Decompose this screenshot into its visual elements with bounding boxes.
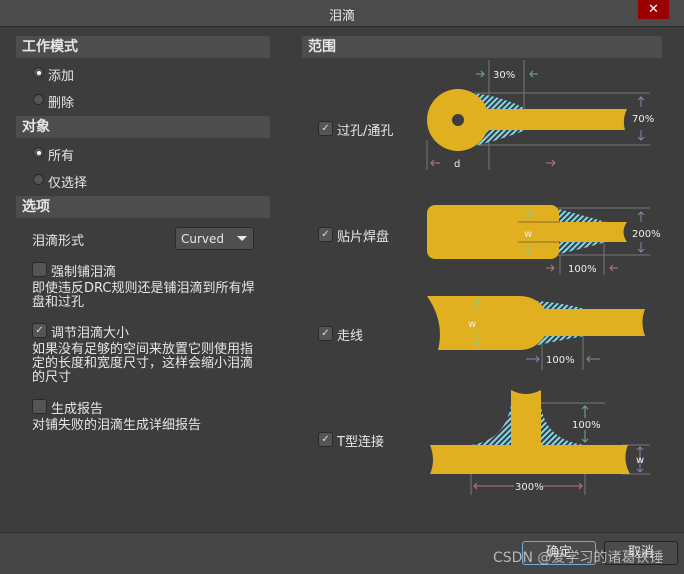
via-trace [480, 109, 627, 130]
via-hole [452, 114, 464, 126]
t-stub-trace [511, 390, 541, 446]
smd-pad [427, 205, 559, 259]
track-length-label: 100% [546, 355, 575, 366]
t-length-label: 300% [515, 482, 544, 493]
t-height-label: 100% [572, 420, 601, 431]
via-length-label: 30% [493, 70, 515, 81]
pad-width-label: 200% [632, 229, 661, 240]
t-w-label: w [636, 455, 644, 466]
track-w-label: w [468, 319, 476, 330]
via-diameter-label: d [454, 159, 460, 170]
pad-w-label: w [524, 229, 532, 240]
scope-diagrams: 30% 70% d w 200% 100% w 100% 100% 300% w [426, 60, 661, 495]
pad-length-label: 100% [568, 264, 597, 275]
track-wide [427, 296, 645, 350]
watermark: CSDN @爱学习的诸葛铁锤 [493, 550, 664, 566]
via-width-label: 70% [632, 114, 654, 125]
pad-trace [555, 222, 627, 242]
t-main-trace [430, 445, 630, 474]
